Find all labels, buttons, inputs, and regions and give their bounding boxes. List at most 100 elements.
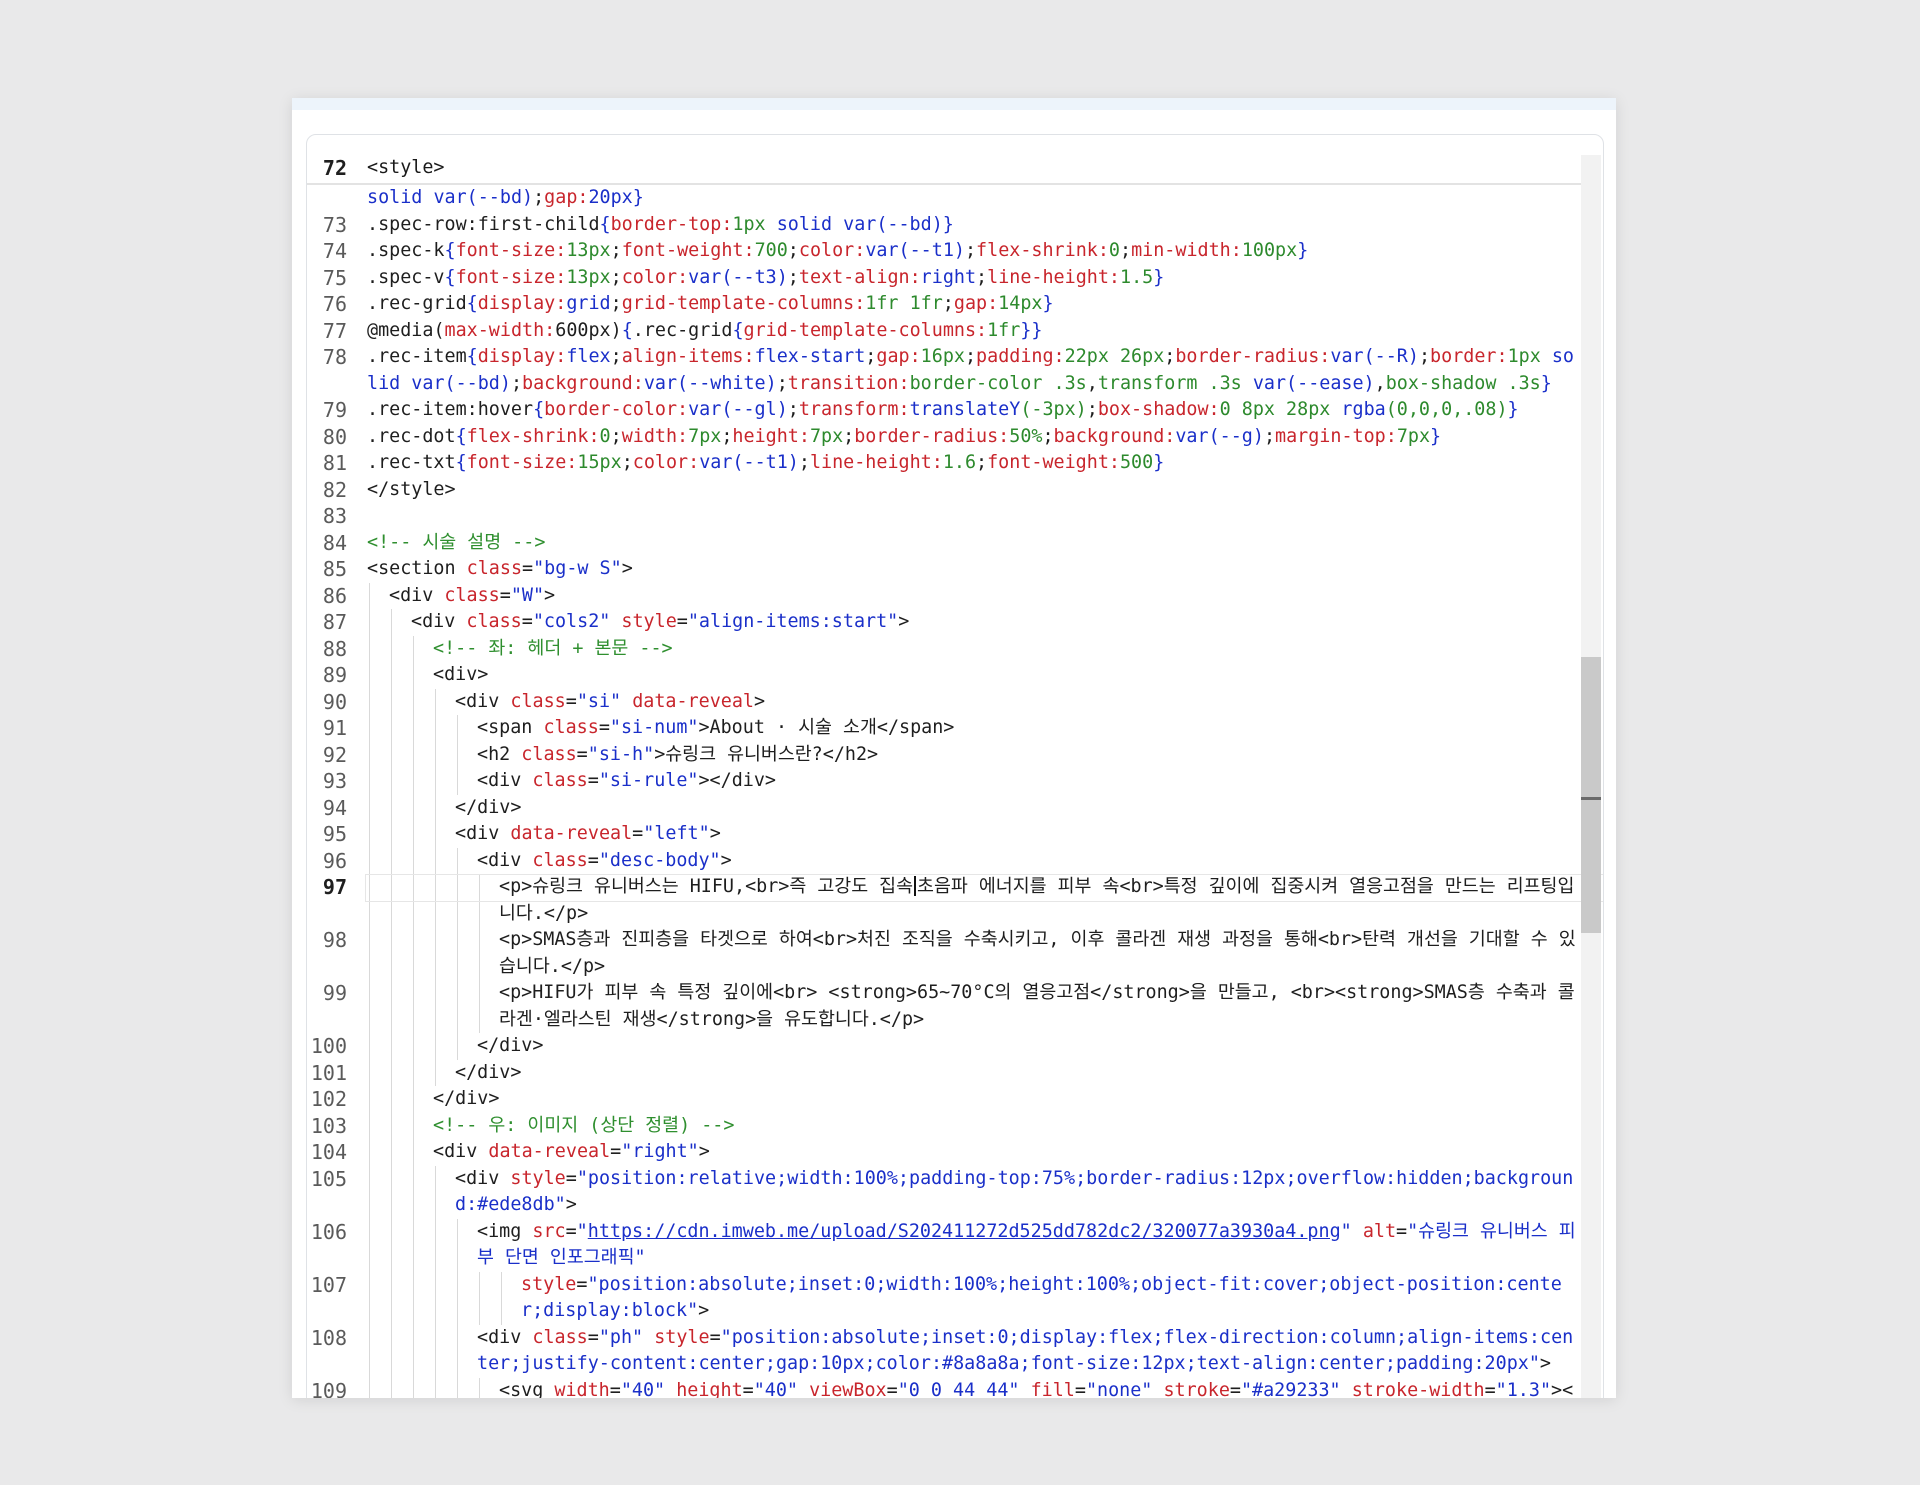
code-line[interactable]: 92 <h2 class="si-h">슈링크 유니버스란?</h2>: [307, 741, 1593, 768]
vertical-scrollbar[interactable]: [1581, 155, 1601, 1398]
line-number: 74: [322, 239, 347, 263]
code-token: .spec-v: [367, 266, 445, 288]
code-token: <section: [367, 558, 467, 579]
code-line[interactable]: 88 <!-- 좌: 헤더 + 본문 -->: [307, 635, 1593, 662]
code-line[interactable]: 77 @media(max-width:600px){.rec-grid{grid…: [307, 318, 1593, 345]
code-line[interactable]: 101 </div>: [307, 1059, 1593, 1087]
code-line[interactable]: 105 <div style="position:relative;width:1…: [307, 1165, 1593, 1219]
code-token: flex-shrink:: [976, 240, 1109, 261]
code-token: 700: [754, 240, 788, 261]
code-token: ;: [610, 425, 622, 447]
code-text: </div>: [367, 1060, 1582, 1087]
code-line[interactable]: 82 </style>: [307, 477, 1593, 504]
code-token: <!-- 우: 이미지 (상단 정렬) -->: [433, 1114, 735, 1136]
code-line[interactable]: 108 <div class="ph" style="position:absol…: [307, 1324, 1593, 1378]
code-line[interactable]: 100 </div>: [307, 1033, 1593, 1060]
line-number: 86: [322, 583, 347, 608]
scrollbar-thumb[interactable]: [1581, 657, 1601, 933]
code-line[interactable]: 83: [307, 503, 1593, 530]
code-line[interactable]: 79 .rec-item:hover{border-color:var(--gl)…: [307, 397, 1593, 424]
code-line[interactable]: 95 <div data-reveal="left">: [307, 821, 1593, 848]
code-token: ): [610, 319, 622, 341]
line-number: 107: [310, 1272, 347, 1297]
code-token: "si": [576, 690, 633, 712]
code-token: "ph": [598, 1326, 655, 1348]
code-token[interactable]: https://cdn.imweb.me/upload/S202411272d5…: [588, 1221, 1341, 1242]
code-line[interactable]: 106 <img src="https://cdn.imweb.me/upload…: [307, 1218, 1593, 1272]
line-number: 95: [322, 822, 347, 846]
code-token: {: [599, 213, 611, 235]
code-token: (--R): [1363, 346, 1419, 367]
code-line[interactable]: 109 <svg width="40" height="40" viewBox="…: [307, 1377, 1593, 1399]
code-line[interactable]: 85 <section class="bg-w S">: [307, 556, 1593, 583]
code-line[interactable]: 73 .spec-row:first-child{border-top:1px s…: [307, 212, 1593, 239]
code-token: height: [676, 1379, 743, 1399]
code-line[interactable]: 98 <p>SMAS층과 진피층을 타겟으로 하여<br>처진 조직을 수축시키고…: [307, 927, 1593, 980]
code-token: {: [533, 399, 545, 420]
code-token: color:: [632, 452, 700, 473]
editor-window: 72 <style> solid var(--bd);gap:20px} 73 .s…: [292, 98, 1616, 1398]
code-line[interactable]: 87 <div class="cols2" style="align-items:…: [307, 609, 1593, 636]
code-line[interactable]: 107 style="position:absolute;inset:0;widt…: [307, 1271, 1593, 1325]
code-token: var: [411, 372, 445, 394]
code-line[interactable]: solid var(--bd);gap:20px}: [307, 185, 1593, 212]
code-line[interactable]: 104 <div data-reveal="right">: [307, 1139, 1593, 1166]
code-line[interactable]: 76 .rec-grid{display:grid;grid-template-c…: [307, 291, 1593, 318]
line-number: 101: [310, 1060, 347, 1085]
code-token: 1.5: [1120, 266, 1154, 288]
code-token: gap:: [876, 346, 921, 367]
code-line[interactable]: 102 </div>: [307, 1086, 1593, 1113]
code-token: <span: [477, 717, 544, 738]
code-line[interactable]: 103 <!-- 우: 이미지 (상단 정렬) -->: [307, 1112, 1593, 1139]
code-token: }: [1297, 240, 1309, 261]
code-token: 600px: [555, 319, 611, 341]
code-token: grid-template-columns:: [621, 293, 866, 314]
code-editor[interactable]: 72 <style> solid var(--bd);gap:20px} 73 .s…: [307, 155, 1603, 1399]
code-line[interactable]: 80 .rec-dot{flex-shrink:0;width:7px;heigh…: [307, 424, 1593, 451]
code-line[interactable]: 84 <!-- 시술 설명 -->: [307, 530, 1593, 557]
code-token: <p>HIFU가 피부 속 특정 깊이에<br> <strong>65~70°C…: [499, 982, 1575, 1030]
code-token: background:: [522, 372, 644, 394]
code-token: <div: [411, 611, 467, 632]
code-token: {: [466, 293, 478, 314]
code-token: 1fr 1fr: [865, 293, 943, 314]
line-number: 99: [322, 981, 347, 1005]
code-token: class: [444, 584, 500, 606]
code-line[interactable]: 94 </div>: [307, 794, 1593, 821]
code-line[interactable]: 81 .rec-txt{font-size:15px;color:var(--t1…: [307, 450, 1593, 477]
code-token: =: [609, 1379, 621, 1399]
code-line[interactable]: 93 <div class="si-rule"></div>: [307, 768, 1593, 795]
code-text: <div data-reveal="left">: [367, 821, 1582, 848]
code-line[interactable]: 90 <div class="si" data-reveal>: [307, 688, 1593, 715]
code-token: >: [698, 1141, 710, 1162]
code-line[interactable]: 75 .spec-v{font-size:13px;color:var(--t3)…: [307, 265, 1593, 292]
code-token: class: [466, 558, 523, 579]
code-line[interactable]: 89 <div>: [307, 662, 1593, 689]
code-token: src: [532, 1220, 566, 1242]
sticky-scroll-header[interactable]: 72 <style>: [307, 155, 1593, 185]
code-line[interactable]: 78 .rec-item{display:flex;align-items:fle…: [307, 344, 1593, 397]
code-token: "40": [753, 1379, 810, 1399]
code-line[interactable]: 91 <span class="si-num">About · 시술 소개</sp…: [307, 715, 1593, 742]
code-token: align-items:: [621, 346, 755, 367]
code-line[interactable]: 86 <div class="W">: [307, 582, 1593, 609]
line-number: 93: [322, 769, 347, 793]
code-token: ;: [533, 187, 545, 208]
code-token: ;: [610, 293, 622, 314]
code-text: <div style="position:relative;width:100%…: [367, 1166, 1582, 1219]
code-token: ></div>: [698, 770, 776, 791]
code-token: =: [565, 1167, 577, 1189]
code-text: </div>: [367, 1086, 1582, 1113]
code-token: ;: [976, 266, 988, 288]
code-token: .rec-dot: [367, 425, 456, 447]
code-line[interactable]: 74 .spec-k{font-size:13px;font-weight:700…: [307, 238, 1593, 265]
code-token: </div>: [477, 1035, 544, 1056]
code-text: <span class="si-num">About · 시술 소개</span…: [367, 715, 1582, 742]
code-token: 0 8px 28px: [1219, 399, 1342, 420]
code-line[interactable]: 99 <p>HIFU가 피부 속 특정 깊이에<br> <strong>65~70…: [307, 980, 1593, 1033]
code-line[interactable]: 97 <p>슈링크 유니버스는 HIFU,<br>즉 고강도 집속 초음파 에너지를…: [307, 874, 1603, 927]
code-token: box-shadow .3s: [1385, 372, 1541, 394]
code-token: (--bd): [444, 372, 511, 394]
code-token: >: [544, 584, 556, 606]
code-line[interactable]: 96 <div class="desc-body">: [307, 847, 1593, 874]
